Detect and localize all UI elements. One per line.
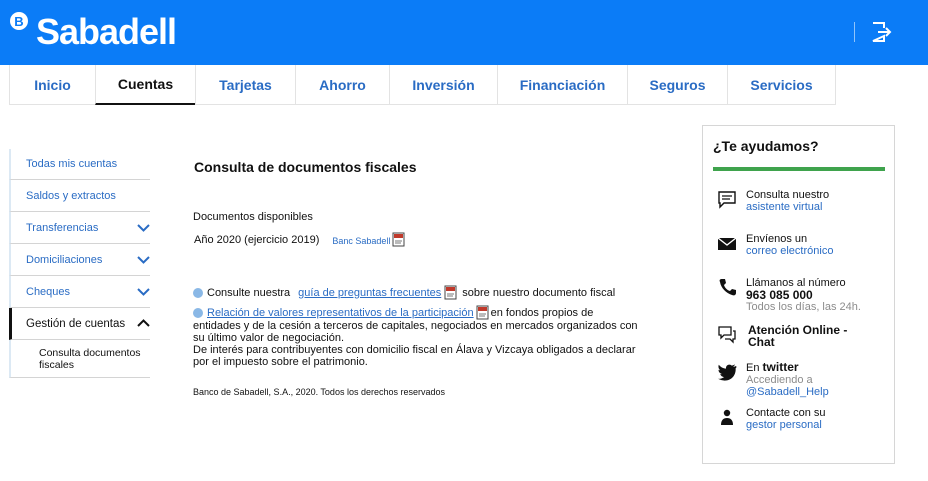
faq-line: Consulte nuestra guía de preguntas frecu…	[193, 285, 643, 300]
main-nav-tabs: Inicio Cuentas Tarjetas Ahorro Inversión…	[9, 65, 836, 105]
sidebar-item-domiciliaciones[interactable]: Domiciliaciones	[9, 244, 150, 276]
twitter-icon	[718, 364, 737, 381]
manager-link[interactable]: gestor personal	[746, 419, 826, 431]
twitter-sub: Accediendo a	[746, 374, 813, 386]
info-text-line: De interés para contribuyentes con domic…	[193, 344, 636, 356]
help-online-chat[interactable]: Atención Online - Chat	[717, 324, 847, 348]
valores-suffix: en fondos propios de	[490, 306, 594, 319]
info-text-line: su último valor de negociación.	[193, 332, 345, 344]
person-icon	[721, 409, 733, 425]
sidebar-subitem-consulta-documentos-fiscales[interactable]: Consulta documentos fiscales	[9, 340, 150, 378]
phone-number[interactable]: 963 085 000	[746, 289, 861, 301]
help-personal-manager[interactable]: Contacte con su gestor personal	[717, 407, 826, 431]
sidebar-item-label: Saldos y extractos	[26, 189, 116, 202]
document-row: Año 2020 (ejercicio 2019) Banc Sabadell	[194, 232, 406, 247]
pdf-icon[interactable]	[392, 232, 406, 247]
tab-inicio[interactable]: Inicio	[9, 65, 95, 105]
help-virtual-assistant[interactable]: Consulta nuestro asistente virtual	[717, 189, 829, 213]
phone-hours: Todos los días, las 24h.	[746, 301, 861, 313]
help-phone[interactable]: Llámanos al número 963 085 000 Todos los…	[717, 277, 861, 313]
tab-cuentas[interactable]: Cuentas	[95, 65, 195, 105]
page-title: Consulta de documentos fiscales	[194, 159, 417, 175]
valores-link[interactable]: Relación de valores representativos de l…	[207, 307, 474, 319]
chat-bubble-icon	[718, 191, 736, 209]
info-section: Consulte nuestra guía de preguntas frecu…	[193, 285, 643, 368]
sidebar-item-saldos-extractos[interactable]: Saldos y extractos	[9, 180, 150, 212]
document-link[interactable]: Banc Sabadell	[332, 236, 390, 246]
tab-ahorro[interactable]: Ahorro	[295, 65, 389, 105]
assistant-text: Consulta nuestro	[746, 189, 830, 201]
documents-available-label: Documentos disponibles	[193, 211, 313, 223]
header-divider	[854, 22, 855, 42]
pdf-icon[interactable]	[444, 285, 458, 300]
tab-financiacion[interactable]: Financiación	[497, 65, 627, 105]
help-panel: ¿Te ayudamos? Consulta nuestro asistente…	[702, 125, 895, 464]
phone-icon	[719, 279, 736, 296]
copyright-text: Banco de Sabadell, S.A., 2020. Todos los…	[193, 387, 445, 397]
twitter-name: twitter	[762, 360, 799, 374]
sidebar-item-label: Transferencias	[26, 221, 99, 234]
valores-line: Relación de valores representativos de l…	[193, 305, 643, 320]
sidebar-item-label: Domiciliaciones	[26, 253, 103, 266]
help-title: ¿Te ayudamos?	[713, 138, 819, 154]
faq-prefix: Consulte nuestra	[207, 286, 291, 299]
logo-text: Sabadell	[36, 11, 177, 52]
tab-inversion[interactable]: Inversión	[389, 65, 497, 105]
info-bullet-icon	[193, 287, 203, 298]
email-link[interactable]: correo electrónico	[746, 245, 833, 257]
sabadell-logo[interactable]: B Sabadell	[10, 11, 177, 52]
chevron-down-icon[interactable]	[137, 253, 150, 266]
info-text-line: por el impuesto sobre el patrimonio.	[193, 356, 368, 368]
sidebar-item-gestion-de-cuentas[interactable]: Gestión de cuentas	[9, 308, 150, 340]
chat-line2: Chat	[748, 335, 775, 349]
sidebar-item-cheques[interactable]: Cheques	[9, 276, 150, 308]
assistant-link[interactable]: asistente virtual	[746, 201, 829, 213]
sidebar-item-label: Cheques	[26, 285, 71, 298]
chevron-up-icon[interactable]	[137, 317, 150, 330]
help-accent-bar	[713, 167, 885, 171]
pdf-icon[interactable]	[476, 305, 490, 320]
sidebar-item-todas-mis-cuentas[interactable]: Todas mis cuentas	[9, 149, 150, 180]
help-email[interactable]: Envíenos un correo electrónico	[717, 233, 833, 257]
info-bullet-icon	[193, 307, 203, 318]
chat-icon	[718, 326, 736, 344]
tab-tarjetas[interactable]: Tarjetas	[195, 65, 295, 105]
faq-suffix: sobre nuestro documento fiscal	[462, 286, 616, 299]
sidebar-item-label: Todas mis cuentas	[26, 158, 118, 170]
envelope-icon	[717, 237, 737, 250]
sidebar-item-transferencias[interactable]: Transferencias	[9, 212, 150, 244]
manager-text: Contacte con su	[746, 407, 826, 419]
sidebar-item-label: Gestión de cuentas	[26, 317, 126, 330]
email-text: Envíenos un	[746, 233, 808, 245]
twitter-handle[interactable]: @Sabadell_Help	[746, 386, 829, 398]
logo-badge: B	[10, 12, 28, 30]
info-text-line: entidades y de la cesión a terceros de c…	[193, 320, 638, 332]
document-year: Año 2020 (ejercicio 2019)	[194, 233, 320, 246]
help-twitter[interactable]: En twitter Accediendo a @Sabadell_Help	[717, 361, 829, 398]
chevron-down-icon[interactable]	[137, 221, 150, 234]
faq-link[interactable]: guía de preguntas frecuentes	[298, 287, 441, 299]
tab-servicios[interactable]: Servicios	[727, 65, 836, 105]
logout-icon[interactable]	[870, 21, 892, 43]
twitter-prefix: En	[746, 362, 760, 374]
tab-seguros[interactable]: Seguros	[627, 65, 727, 105]
top-header: B Sabadell	[0, 0, 928, 65]
sidebar-menu: Todas mis cuentas Saldos y extractos Tra…	[9, 149, 150, 378]
chevron-down-icon[interactable]	[137, 285, 150, 298]
